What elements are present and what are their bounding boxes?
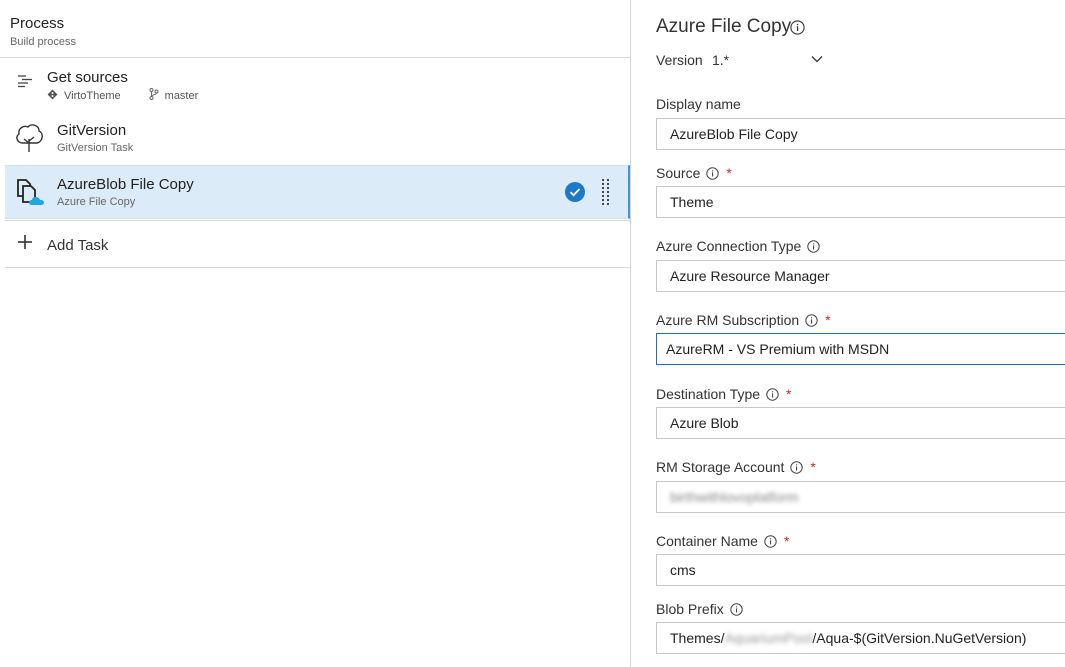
- add-task-button[interactable]: Add Task: [5, 220, 630, 268]
- task-settings-pane: Azure File Copy Version 1.* Display name…: [631, 0, 1065, 667]
- field-label-text: Display name: [656, 96, 741, 112]
- info-icon[interactable]: [790, 20, 805, 40]
- field-label-text: Azure RM Subscription: [656, 312, 800, 328]
- panel-title: Azure File Copy: [656, 16, 792, 37]
- repo-item: VirtoTheme: [47, 88, 121, 103]
- display-name-input[interactable]: AzureBlob File Copy: [656, 118, 1065, 150]
- required-marker: *: [783, 533, 790, 549]
- drag-handle-icon[interactable]: [601, 178, 611, 206]
- azure-rm-subscription-select[interactable]: AzureRM - VS Premium with MSDN: [656, 333, 1065, 365]
- blob-prefix-start: Themes/: [670, 630, 725, 646]
- version-label: Version: [656, 52, 703, 68]
- task-subtitle: Azure File Copy: [57, 196, 136, 208]
- git-diamond-icon: [47, 89, 58, 103]
- rm-storage-account-select[interactable]: birthwithlovoplatform: [656, 481, 1065, 513]
- task-subtitle: GitVersion Task: [57, 142, 134, 154]
- list-icon: [17, 74, 33, 93]
- blob-prefix-input[interactable]: Themes/AquariumPool/Aqua-$(GitVersion.Nu…: [656, 622, 1065, 654]
- storage-account-value: birthwithlovoplatform: [670, 489, 799, 505]
- field-label-text: Blob Prefix: [656, 601, 724, 617]
- repo-name: VirtoTheme: [64, 89, 121, 102]
- process-pane: Process Build process Get sources VirtoT…: [0, 0, 630, 667]
- azure-rm-subscription-label: Azure RM Subscription *: [656, 312, 831, 328]
- info-icon[interactable]: [790, 460, 804, 474]
- required-marker: *: [726, 165, 732, 181]
- container-name-label: Container Name *: [656, 533, 789, 549]
- destination-type-select[interactable]: Azure Blob: [656, 407, 1065, 439]
- tree-icon: [13, 122, 45, 159]
- field-label-text: Destination Type: [656, 386, 761, 402]
- blob-prefix-redacted: AquariumPool: [724, 630, 813, 646]
- task-title: Get sources: [47, 69, 128, 86]
- task-title: GitVersion: [57, 122, 127, 139]
- task-get-sources[interactable]: Get sources VirtoTheme master: [5, 60, 630, 110]
- task-title: AzureBlob File Copy: [57, 176, 194, 193]
- version-select[interactable]: 1.*: [712, 52, 729, 68]
- blob-prefix-end: /Aqua-$(GitVersion.NuGetVersion): [812, 630, 1027, 646]
- info-icon[interactable]: [730, 602, 743, 616]
- info-icon[interactable]: [706, 166, 720, 180]
- field-label-text: Azure Connection Type: [656, 238, 802, 254]
- field-label-text: Container Name: [656, 533, 758, 549]
- destination-type-label: Destination Type *: [656, 386, 791, 402]
- required-marker: *: [810, 459, 816, 475]
- branch-icon: [149, 88, 159, 103]
- chevron-down-icon[interactable]: [810, 52, 824, 71]
- required-marker: *: [786, 386, 792, 402]
- process-subtitle: Build process: [10, 36, 77, 48]
- process-title: Process: [10, 15, 65, 32]
- display-name-label: Display name: [656, 96, 741, 112]
- task-gitversion[interactable]: GitVersion GitVersion Task: [5, 112, 630, 164]
- check-icon[interactable]: [565, 182, 585, 202]
- info-icon[interactable]: [764, 534, 777, 548]
- add-task-label: Add Task: [47, 237, 109, 254]
- container-name-input[interactable]: cms: [656, 554, 1065, 586]
- source-input[interactable]: Theme: [656, 186, 1065, 218]
- azure-connection-type-select[interactable]: Azure Resource Manager: [656, 260, 1065, 292]
- branch-item: master: [149, 88, 199, 103]
- process-header[interactable]: Process Build process: [0, 0, 630, 58]
- plus-icon: [17, 232, 33, 254]
- info-icon[interactable]: [807, 239, 820, 253]
- source-label: Source *: [656, 165, 732, 181]
- azure-connection-type-label: Azure Connection Type: [656, 238, 820, 254]
- info-icon[interactable]: [805, 313, 818, 327]
- info-icon[interactable]: [766, 387, 779, 401]
- task-azure-file-copy[interactable]: AzureBlob File Copy Azure File Copy: [5, 165, 630, 219]
- source-meta: VirtoTheme master: [47, 88, 198, 103]
- branch-name: master: [164, 89, 199, 102]
- azure-file-copy-icon: [15, 178, 47, 213]
- required-marker: *: [825, 312, 831, 328]
- field-label-text: RM Storage Account: [656, 459, 785, 475]
- blob-prefix-label: Blob Prefix: [656, 601, 743, 617]
- rm-storage-account-label: RM Storage Account *: [656, 459, 816, 475]
- field-label-text: Source: [656, 165, 701, 181]
